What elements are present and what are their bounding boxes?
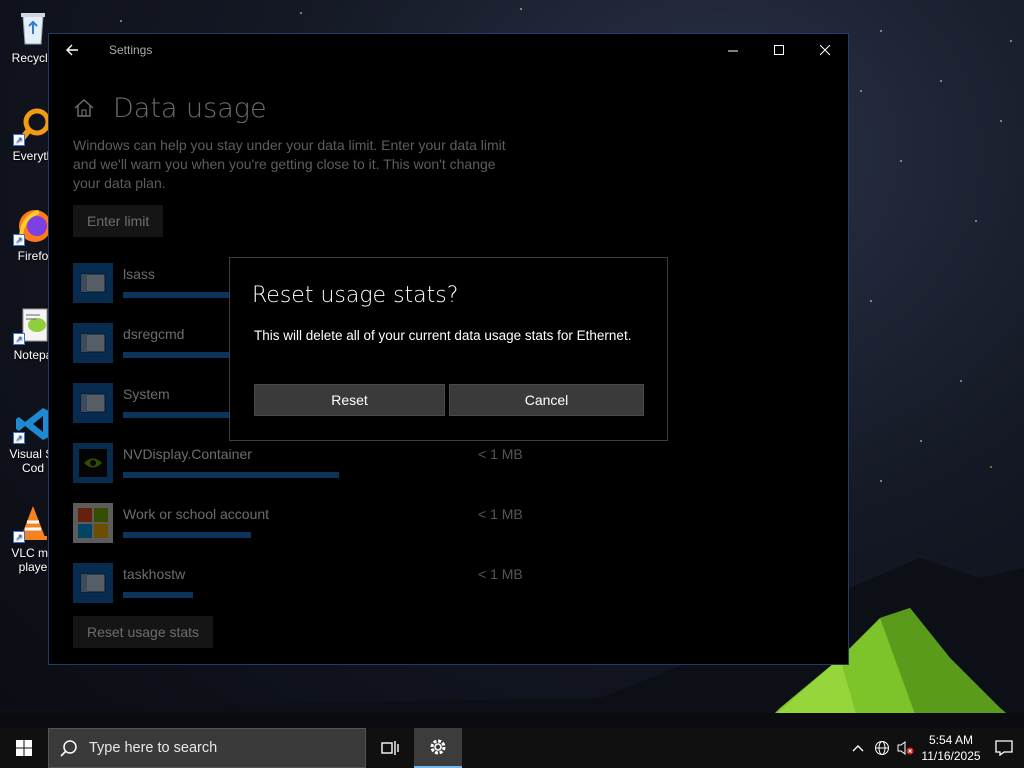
generic-app-icon	[73, 563, 113, 603]
app-usage-size: < 1 MB	[478, 446, 523, 462]
reset-button[interactable]: Reset	[254, 384, 445, 416]
window-controls	[710, 34, 848, 66]
action-center-button[interactable]	[984, 728, 1024, 768]
vlc-icon: ↗	[13, 503, 53, 543]
back-arrow-icon	[66, 44, 78, 56]
app-usage-size: < 1 MB	[478, 566, 523, 582]
volume-button[interactable]	[894, 728, 918, 768]
back-button[interactable]	[49, 34, 95, 66]
task-view-button[interactable]	[366, 728, 414, 768]
shortcut-arrow-icon: ↗	[13, 234, 25, 246]
app-name: Work or school account	[123, 506, 270, 522]
shortcut-arrow-icon: ↗	[13, 432, 25, 444]
notification-icon	[995, 740, 1013, 756]
generic-app-icon	[73, 263, 113, 303]
app-usage-bar	[123, 472, 339, 478]
shortcut-arrow-icon: ↗	[13, 134, 25, 146]
vscode-icon: ↗	[13, 404, 53, 444]
shortcut-arrow-icon: ↗	[13, 531, 25, 543]
home-icon[interactable]	[73, 97, 95, 119]
close-icon	[819, 44, 830, 55]
app-name: dsregcmd	[123, 326, 185, 342]
show-hidden-icons-button[interactable]	[846, 728, 870, 768]
start-button[interactable]	[0, 728, 48, 768]
app-name: System	[123, 386, 170, 402]
close-button[interactable]	[802, 34, 848, 66]
dialog-title: Reset usage stats?	[252, 283, 459, 308]
firefox-icon: ↗	[13, 206, 53, 246]
minimize-button[interactable]	[710, 34, 756, 66]
window-title: Settings	[109, 43, 153, 57]
dialog-message: This will delete all of your current dat…	[254, 328, 632, 343]
windows-logo-icon	[16, 740, 32, 756]
taskbar: Type here to search 5:54 AM 11/16/2025	[0, 728, 1024, 768]
nvidia-icon	[73, 443, 113, 483]
network-button[interactable]	[870, 728, 894, 768]
search-icon	[60, 740, 77, 757]
minimize-icon	[727, 50, 738, 51]
app-name: taskhostw	[123, 566, 186, 582]
app-usage-size: < 1 MB	[478, 506, 523, 522]
shortcut-arrow-icon: ↗	[13, 333, 25, 345]
app-usage-bar	[123, 532, 251, 538]
everything-search-icon: ↗	[13, 106, 53, 146]
clock[interactable]: 5:54 AM 11/16/2025	[918, 732, 984, 764]
globe-icon	[875, 741, 889, 755]
generic-app-icon	[73, 383, 113, 423]
app-usage-bar	[123, 592, 193, 598]
page-title: Data usage	[113, 92, 267, 124]
app-usage-row: NVDisplay.Container < 1 MB	[73, 443, 848, 503]
page-description: Windows can help you stay under your dat…	[73, 137, 506, 191]
taskbar-settings-app[interactable]	[414, 728, 462, 768]
enter-limit-button[interactable]: Enter limit	[73, 205, 164, 237]
generic-app-icon	[73, 323, 113, 363]
reset-confirm-dialog: Reset usage stats? This will delete all …	[229, 257, 668, 441]
recycle-bin-icon	[13, 8, 53, 48]
cancel-button[interactable]: Cancel	[449, 384, 644, 416]
chevron-up-icon	[852, 745, 864, 752]
clock-date: 11/16/2025	[921, 749, 981, 763]
app-name: NVDisplay.Container	[123, 446, 252, 462]
task-view-icon	[381, 741, 399, 755]
app-usage-row: taskhostw < 1 MB	[73, 563, 848, 623]
app-name: lsass	[123, 266, 155, 282]
taskbar-search-box[interactable]: Type here to search	[48, 728, 366, 768]
reset-usage-stats-button[interactable]: Reset usage stats	[73, 616, 214, 648]
search-placeholder: Type here to search	[89, 740, 218, 756]
maximize-button[interactable]	[756, 34, 802, 66]
notepad-plus-icon: ↗	[13, 305, 53, 345]
title-bar: Settings	[49, 34, 848, 66]
gear-icon	[430, 739, 446, 755]
maximize-icon	[773, 44, 784, 55]
volume-muted-icon	[897, 741, 914, 755]
system-tray: 5:54 AM 11/16/2025	[846, 728, 1024, 768]
microsoft-logo-icon	[73, 503, 113, 543]
app-usage-row: Work or school account < 1 MB	[73, 503, 848, 563]
clock-time: 5:54 AM	[928, 733, 974, 747]
